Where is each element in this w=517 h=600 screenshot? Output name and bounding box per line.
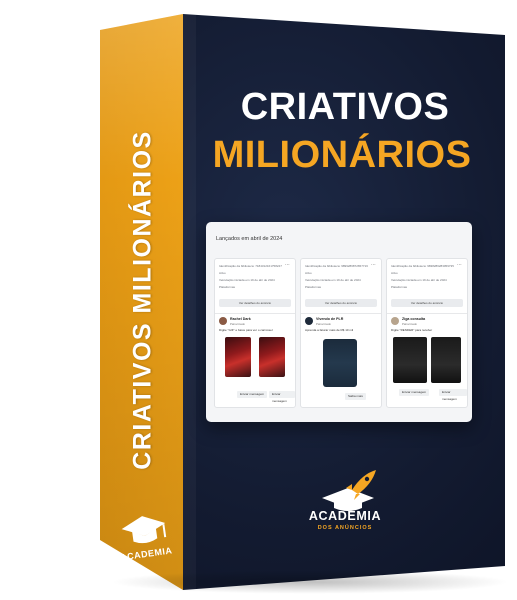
divider <box>387 313 467 314</box>
library-id: Identificação da biblioteca: 71843121617… <box>219 264 282 268</box>
ad-image <box>393 337 427 383</box>
avatar <box>305 317 313 325</box>
rocket-cap-logo-icon <box>322 470 376 511</box>
ad-caption: Aprenda a faturar mais de R$ 10 mil <box>305 328 354 332</box>
product-box-scene: CRIATIVOS MILIONÁRIOS ACADEMIA CRIATIVOS… <box>0 0 517 600</box>
ad-card: ⋯ Identificação da biblioteca: 718431216… <box>214 258 296 408</box>
cta-button: Enviar mensagem <box>439 389 467 401</box>
ad-status: Ativo <box>219 271 226 275</box>
ad-platforms: Plataformas <box>391 285 408 289</box>
ad-status: Ativo <box>391 271 398 275</box>
more-options-icon: ⋯ <box>457 262 462 268</box>
more-options-icon: ⋯ <box>371 262 376 268</box>
avatar <box>391 317 399 325</box>
ad-details-button: Ver detalhes do anúncio <box>219 299 291 307</box>
ad-image <box>225 337 251 377</box>
more-options-icon: ⋯ <box>285 262 290 268</box>
product-title-line2: MILIONÁRIOS <box>212 134 472 176</box>
ad-details-button: Ver detalhes do anúncio <box>391 299 463 307</box>
ad-image <box>323 339 357 387</box>
library-id: Identificação da biblioteca: 98382862830… <box>391 264 454 268</box>
ad-status: Ativo <box>305 271 312 275</box>
spine-title: CRIATIVOS MILIONÁRIOS <box>128 130 157 470</box>
divider <box>215 313 295 314</box>
product-title-line1: CRIATIVOS <box>240 86 450 128</box>
front-brand-sub: DOS ANÚNCIOS <box>317 525 373 531</box>
library-id: Identificação da biblioteca: 98992868726… <box>305 264 368 268</box>
ad-image <box>431 337 461 383</box>
ad-library-screenshot: Lançados em abril de 2024 ⋯ Identificaçã… <box>206 222 472 422</box>
ad-card: ⋯ Identificação da biblioteca: 983828628… <box>386 258 468 408</box>
page-name: Rachel Dark <box>230 317 251 321</box>
divider <box>301 313 381 314</box>
sponsored-label: Patrocinado <box>230 322 245 326</box>
ad-card: ⋯ Identificação da biblioteca: 989928687… <box>300 258 382 408</box>
ad-caption: Digite "GIF" e baixe para ver o carrosse… <box>219 328 273 332</box>
ad-details-button: Ver detalhes do anúncio <box>305 299 377 307</box>
floor-shadow <box>110 570 510 594</box>
ad-platforms: Plataformas <box>305 285 322 289</box>
front-brand: ACADEMIA <box>308 509 382 523</box>
ad-image <box>259 337 285 377</box>
cta-button: Saiba mais <box>345 393 366 400</box>
cta-button: Enviar mensagem <box>237 391 268 398</box>
page-name: Vivendo de PLR <box>316 317 344 321</box>
ad-start-date: Veiculação iniciada em 19 de abr de 2024 <box>219 278 275 282</box>
ad-start-date: Veiculação iniciada em 19 de abr de 2024 <box>391 278 447 282</box>
ad-platforms: Plataformas <box>219 285 236 289</box>
page-name: Ziga consulta <box>402 317 426 321</box>
cta-button: Enviar mensagem <box>399 389 430 396</box>
screenshot-heading: Lançados em abril de 2024 <box>216 236 283 242</box>
ad-caption: Digite "RENDER" para receber <box>391 328 433 332</box>
sponsored-label: Patrocinado <box>316 322 331 326</box>
avatar <box>219 317 227 325</box>
sponsored-label: Patrocinado <box>402 322 417 326</box>
ad-start-date: Veiculação iniciada em 19 de abr de 2024 <box>305 278 361 282</box>
cta-button: Enviar mensagem <box>269 391 295 403</box>
